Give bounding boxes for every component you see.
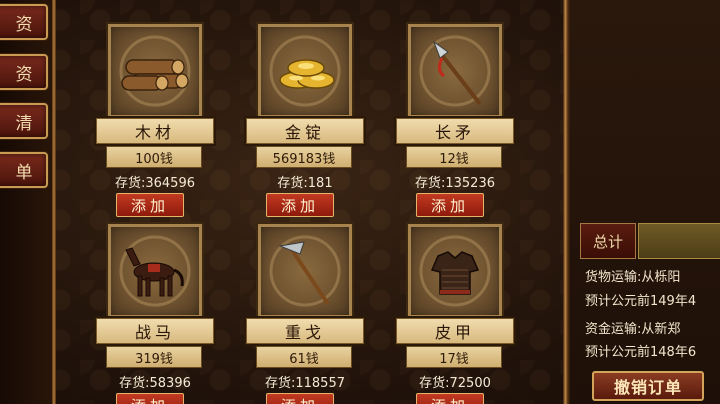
item-plate: [106, 222, 204, 320]
add-button[interactable]: 添加: [116, 193, 184, 217]
add-button[interactable]: 添加: [266, 393, 334, 404]
item-name: 金锭: [246, 118, 364, 144]
item-price: 100钱: [106, 146, 202, 168]
transport-goods-line: 货物运输:从栎阳: [585, 270, 681, 285]
item-card-spear: 长矛 12钱 存货:135236 添加: [396, 22, 516, 217]
item-price: 569183钱: [256, 146, 352, 168]
item-card-gold-ingot: 金锭 569183钱 存货:181 添加: [246, 22, 366, 217]
add-button[interactable]: 添加: [416, 193, 484, 217]
item-plate: [256, 222, 354, 320]
item-plate: [256, 22, 354, 120]
item-card-wood: 木材 100钱 存货:364596 添加: [96, 22, 216, 217]
summary-label: 总计: [580, 223, 636, 259]
item-card-warhorse: 战马 319钱 存货:58396 添加: [96, 222, 216, 404]
tab-2-label: 资: [15, 64, 33, 85]
tab-1[interactable]: 资: [0, 4, 48, 40]
tab-3[interactable]: 清: [0, 103, 48, 139]
tab-4[interactable]: 单: [0, 152, 48, 188]
tab-4-label: 单: [15, 162, 33, 183]
item-price: 319钱: [106, 346, 202, 368]
item-plate: [406, 22, 504, 120]
item-name: 木材: [96, 118, 214, 144]
add-button[interactable]: 添加: [416, 393, 484, 404]
market-screen: 资 资 清 单 木材 100钱 存货:364596 添加 金锭 569183钱 …: [0, 0, 720, 404]
add-button[interactable]: 添加: [266, 193, 334, 217]
add-button[interactable]: 添加: [116, 393, 184, 404]
item-name: 重戈: [246, 318, 364, 344]
item-stock: 存货:118557: [264, 376, 345, 391]
transport-funds-line: 资金运输:从新郑: [585, 322, 681, 337]
tab-2[interactable]: 资: [0, 54, 48, 90]
right-panel-divider: [563, 0, 570, 404]
left-column-trim: [52, 0, 56, 404]
logs-icon: [119, 35, 191, 107]
warhorse-icon: [119, 235, 191, 307]
gold-ingot-icon: [269, 35, 341, 107]
tab-1-label: 资: [15, 14, 33, 35]
item-price: 12钱: [406, 146, 502, 168]
item-name: 皮甲: [396, 318, 514, 344]
item-stock: 存货:72500: [419, 376, 491, 391]
item-stock: 存货:135236: [414, 176, 495, 191]
item-plate: [406, 222, 504, 320]
item-card-leather-armor: 皮甲 17钱 存货:72500 添加: [396, 222, 516, 404]
spear-icon: [419, 35, 491, 107]
item-card-halberd: 重戈 61钱 存货:118557 添加: [246, 222, 366, 404]
item-name: 战马: [96, 318, 214, 344]
item-stock: 存货:181: [277, 176, 333, 191]
halberd-icon: [269, 235, 341, 307]
summary-total-bar: [638, 223, 720, 259]
item-stock: 存货:364596: [114, 176, 195, 191]
item-price: 61钱: [256, 346, 352, 368]
leather-armor-icon: [419, 235, 491, 307]
item-plate: [106, 22, 204, 120]
item-stock: 存货:58396: [119, 376, 191, 391]
item-price: 17钱: [406, 346, 502, 368]
tab-3-label: 清: [15, 113, 33, 134]
item-name: 长矛: [396, 118, 514, 144]
cancel-order-button[interactable]: 撤销订单: [592, 371, 704, 401]
funds-eta-line: 预计公元前148年6: [585, 345, 697, 360]
goods-eta-line: 预计公元前149年4: [585, 294, 697, 309]
